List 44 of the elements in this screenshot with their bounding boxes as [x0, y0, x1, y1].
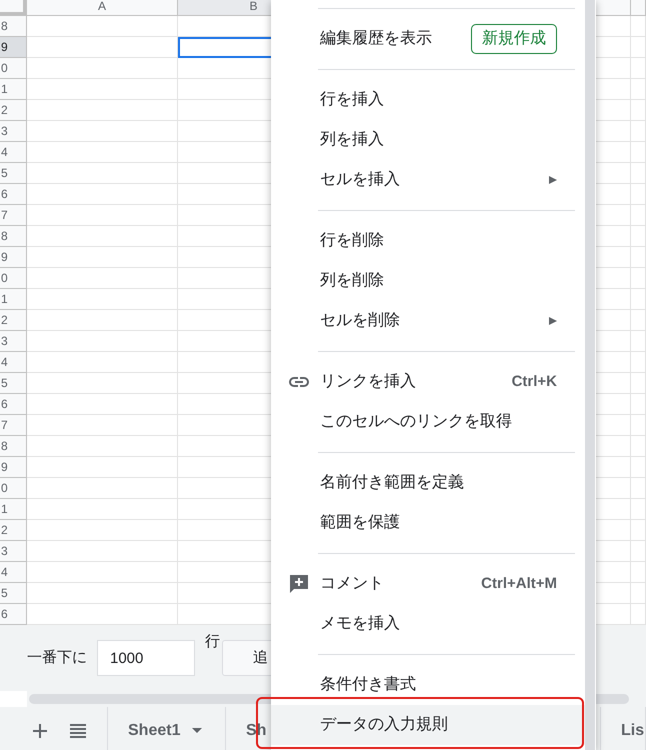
row-header[interactable]: 5 [0, 373, 27, 394]
row-header[interactable]: 3 [0, 121, 27, 142]
row-header[interactable]: 0 [0, 478, 27, 499]
row-header[interactable]: 2 [0, 520, 27, 541]
row-count-field[interactable]: 1000 [97, 640, 195, 676]
row-header[interactable]: 4 [0, 562, 27, 583]
link-icon [288, 376, 310, 388]
row-header[interactable]: 1 [0, 79, 27, 100]
row-header[interactable]: 5 [0, 163, 27, 184]
row-header[interactable]: 8 [0, 16, 27, 37]
column-header[interactable]: A [27, 0, 178, 16]
row-header[interactable]: 9 [0, 247, 27, 268]
shortcut-text: Ctrl+Alt+M [481, 574, 557, 594]
menu-item[interactable]: データの入力規則 [271, 705, 585, 745]
new-badge: 新規作成 [471, 24, 557, 54]
rows-unit-label: 行 [205, 632, 220, 652]
row-header[interactable]: 1 [0, 289, 27, 310]
row-header[interactable]: 1 [0, 499, 27, 520]
row-header[interactable]: 4 [0, 142, 27, 163]
row-header[interactable]: 3 [0, 331, 27, 352]
sheet-list-icon[interactable] [70, 724, 86, 738]
row-header[interactable]: 6 [0, 184, 27, 205]
row-header[interactable]: 9 [0, 457, 27, 478]
row-header[interactable]: 8 [0, 226, 27, 247]
sheet-tab[interactable]: Sheet1 [108, 707, 226, 750]
row-header[interactable]: 0 [0, 58, 27, 79]
add-rows-label: 一番下に [27, 648, 87, 668]
row-header[interactable]: 5 [0, 583, 27, 604]
row-header[interactable]: 0 [0, 268, 27, 289]
row-header[interactable]: 7 [0, 205, 27, 226]
shortcut-text: Ctrl+K [512, 372, 557, 392]
row-header[interactable]: 6 [0, 604, 27, 625]
row-header[interactable]: 2 [0, 310, 27, 331]
row-header[interactable]: 8 [0, 436, 27, 457]
add-sheet-icon[interactable] [33, 724, 47, 738]
row-header[interactable]: 4 [0, 352, 27, 373]
row-header[interactable]: 9 [0, 37, 27, 58]
row-header[interactable]: 2 [0, 100, 27, 121]
menu-scrollbar[interactable] [585, 0, 595, 750]
row-header[interactable]: 3 [0, 541, 27, 562]
sheet-tab[interactable]: Lis [601, 707, 646, 750]
row-header[interactable]: 7 [0, 415, 27, 436]
add-comment-icon [288, 574, 308, 594]
row-header[interactable]: 6 [0, 394, 27, 415]
